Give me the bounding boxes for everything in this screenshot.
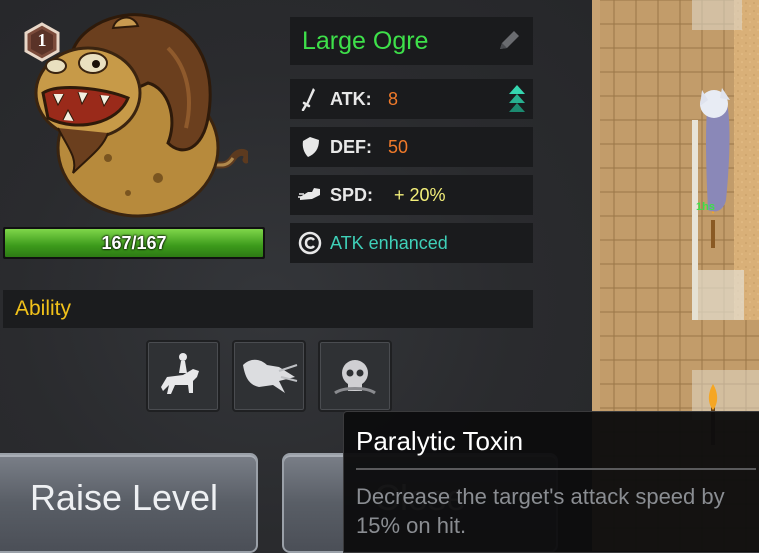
name-box: Large Ogre (290, 17, 533, 65)
hp-text: 167/167 (101, 233, 167, 253)
ability-tooltip: Paralytic Toxin Decrease the target's at… (343, 411, 759, 553)
ability-button-breath[interactable] (232, 340, 306, 412)
unit-label: 1hs (696, 201, 715, 213)
ability-header: Ability (3, 290, 533, 328)
upgrade-arrow-icon (509, 85, 525, 112)
buff-text: ATK enhanced (330, 233, 448, 253)
atk-label: ATK: (330, 89, 372, 109)
level-badge: 1 (22, 22, 62, 62)
cavalry-rider-icon (161, 353, 199, 394)
raise-level-label: Raise Level (29, 477, 219, 518)
raise-level-button[interactable]: Raise Level (0, 453, 258, 553)
sword-icon (301, 88, 315, 111)
pencil-icon[interactable] (495, 27, 523, 55)
monster-name: Large Ogre (302, 27, 429, 55)
def-value: 50 (388, 137, 409, 157)
speed-boot-icon (298, 188, 320, 200)
def-row: DEF: 50 (290, 127, 533, 167)
copyright-buff-icon (298, 231, 322, 255)
spd-row: SPD: + 20% (290, 175, 533, 215)
tooltip-title: Paralytic Toxin (356, 426, 524, 456)
ability-button-toxin[interactable] (318, 340, 392, 412)
poison-skull-icon (334, 360, 376, 395)
level-number: 1 (37, 30, 47, 50)
shield-icon (302, 137, 319, 157)
buff-row: ATK enhanced (290, 223, 533, 263)
ability-button-cavalry[interactable] (146, 340, 220, 412)
dragon-breath-icon (243, 359, 298, 393)
atk-value: 8 (388, 89, 399, 109)
atk-row: ATK: 8 (290, 79, 533, 119)
hp-bar: 167/167 (3, 227, 265, 259)
def-label: DEF: (330, 137, 372, 157)
tooltip-description: Decrease the target's attack speed by 15… (356, 484, 725, 538)
tooltip-divider (356, 468, 756, 470)
spd-label: SPD: (330, 185, 374, 205)
ability-title: Ability (15, 297, 72, 320)
spd-value: + 20% (394, 185, 446, 205)
